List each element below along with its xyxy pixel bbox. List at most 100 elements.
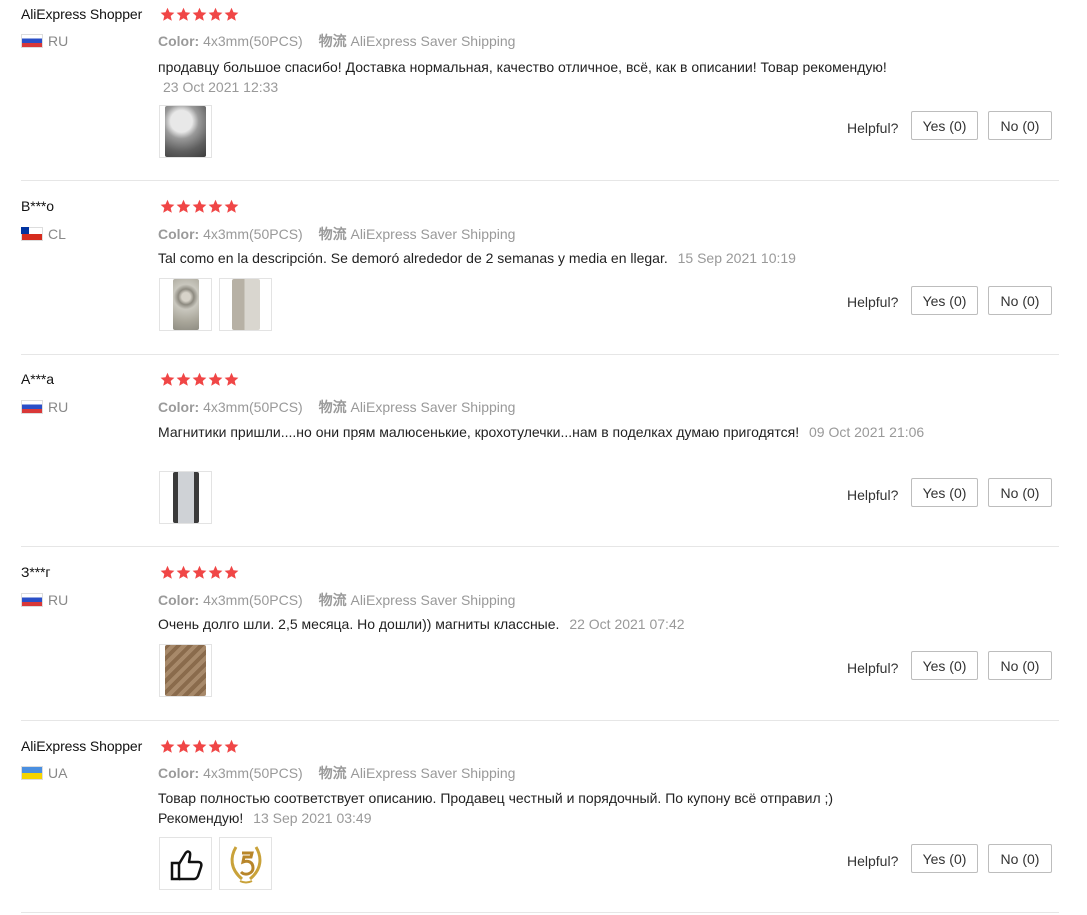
rating-stars: [160, 199, 239, 214]
review-text: Tal como en la descripción. Se demoró al…: [158, 250, 796, 266]
helpful-label: Helpful?: [847, 660, 899, 676]
helpful-yes-button[interactable]: Yes (0): [911, 651, 978, 680]
star-icon: [208, 7, 223, 21]
review-date: 13 Sep 2021 03:49: [253, 810, 372, 826]
helpful-yes-button[interactable]: Yes (0): [911, 286, 978, 315]
star-icon: [208, 372, 223, 386]
country-code: UA: [48, 765, 68, 781]
shipping-value: AliExpress Saver Shipping: [350, 765, 516, 781]
helpful-label: Helpful?: [847, 294, 899, 310]
review-date: 09 Oct 2021 21:06: [809, 424, 925, 440]
reviewer-country: UA: [21, 765, 67, 781]
helpful-yes-button[interactable]: Yes (0): [911, 844, 978, 873]
star-icon: [208, 739, 223, 753]
shipping-value: AliExpress Saver Shipping: [350, 33, 516, 49]
russia-flag-icon: [21, 34, 43, 48]
star-icon: [224, 372, 239, 386]
star-icon: [160, 199, 175, 213]
shipping-value: AliExpress Saver Shipping: [350, 592, 516, 608]
helpful-yes-button[interactable]: Yes (0): [911, 111, 978, 140]
review-divider: [21, 354, 1059, 355]
review-date: 23 Oct 2021 12:33: [163, 79, 279, 95]
rating-stars: [160, 372, 239, 387]
shipping-value: AliExpress Saver Shipping: [350, 399, 516, 415]
sku-info: Color: 4x3mm(50PCS) 物流 AliExpress Saver …: [158, 765, 516, 781]
star-icon: [160, 372, 175, 386]
color-value: 4x3mm(50PCS): [203, 226, 303, 242]
country-code: RU: [48, 399, 69, 415]
photo-thumbnail: [172, 279, 199, 330]
star-icon: [224, 739, 239, 753]
country-code: RU: [48, 33, 69, 49]
star-icon: [160, 7, 175, 21]
reviewer-name: B***o: [21, 198, 54, 214]
photo-thumbnail: [165, 645, 206, 696]
review-date: 15 Sep 2021 10:19: [677, 250, 796, 266]
photo-thumbnail: [172, 472, 199, 523]
helpful-no-button[interactable]: No (0): [988, 844, 1052, 873]
star-icon: [192, 565, 207, 579]
sku-info: Color: 4x3mm(50PCS) 物流 AliExpress Saver …: [158, 399, 516, 415]
review-text: Товар полностью соответствует описанию. …: [158, 790, 834, 826]
star-icon: [176, 199, 191, 213]
review-divider: [21, 180, 1059, 181]
star-icon: [192, 199, 207, 213]
color-value: 4x3mm(50PCS): [203, 592, 303, 608]
star-icon: [176, 739, 191, 753]
color-value: 4x3mm(50PCS): [203, 399, 303, 415]
helpful-no-button[interactable]: No (0): [988, 286, 1052, 315]
star-icon: [160, 565, 175, 579]
review-date: 22 Oct 2021 07:42: [569, 616, 685, 632]
review-photo[interactable]: [159, 837, 212, 890]
reviewer-name: A***a: [21, 371, 54, 387]
russia-flag-icon: [21, 593, 43, 607]
helpful-no-button[interactable]: No (0): [988, 478, 1052, 507]
review-photo[interactable]: [159, 471, 212, 524]
reviewer-country: RU: [21, 33, 68, 49]
review-photo[interactable]: [219, 837, 272, 890]
helpful-no-button[interactable]: No (0): [988, 111, 1052, 140]
rating-stars: [160, 739, 239, 754]
rating-stars: [160, 565, 239, 580]
star-icon: [192, 7, 207, 21]
review-divider: [21, 912, 1059, 913]
sku-info: Color: 4x3mm(50PCS) 物流 AliExpress Saver …: [158, 33, 516, 49]
russia-flag-icon: [21, 400, 43, 414]
helpful-label: Helpful?: [847, 853, 899, 869]
country-code: RU: [48, 592, 69, 608]
star-icon: [176, 372, 191, 386]
photo-thumbnail: [231, 279, 260, 330]
review-photo[interactable]: [219, 278, 272, 331]
helpful-label: Helpful?: [847, 487, 899, 503]
star-icon: [224, 7, 239, 21]
star-icon: [160, 739, 175, 753]
review-text: Магнитики пришли....но они прям малюсень…: [158, 424, 925, 440]
star-icon: [192, 739, 207, 753]
reviewer-name: AliExpress Shopper: [21, 738, 143, 754]
sku-info: Color: 4x3mm(50PCS) 物流 AliExpress Saver …: [158, 226, 516, 242]
review-text: Очень долго шли. 2,5 месяца. Но дошли)) …: [158, 616, 685, 632]
color-value: 4x3mm(50PCS): [203, 765, 303, 781]
sku-info: Color: 4x3mm(50PCS) 物流 AliExpress Saver …: [158, 592, 516, 608]
laurel-five-icon: [230, 845, 261, 883]
star-icon: [224, 199, 239, 213]
reviewer-name: AliExpress Shopper: [21, 6, 143, 22]
review-photo[interactable]: [159, 644, 212, 697]
reviewer-country: CL: [21, 226, 66, 242]
review-divider: [21, 546, 1059, 547]
chile-flag-icon: [21, 227, 43, 241]
star-icon: [192, 372, 207, 386]
review-photo[interactable]: [159, 105, 212, 158]
helpful-no-button[interactable]: No (0): [988, 651, 1052, 680]
star-icon: [176, 565, 191, 579]
star-icon: [208, 199, 223, 213]
thumbs-up-icon: [170, 849, 203, 880]
helpful-yes-button[interactable]: Yes (0): [911, 478, 978, 507]
reviewer-name: З***г: [21, 564, 51, 580]
review-text: продавцу большое спасибо! Доставка норма…: [158, 59, 887, 95]
review-photo[interactable]: [159, 278, 212, 331]
photo-thumbnail: [165, 106, 206, 157]
rating-stars: [160, 7, 239, 22]
country-code: CL: [48, 226, 66, 242]
star-icon: [224, 565, 239, 579]
